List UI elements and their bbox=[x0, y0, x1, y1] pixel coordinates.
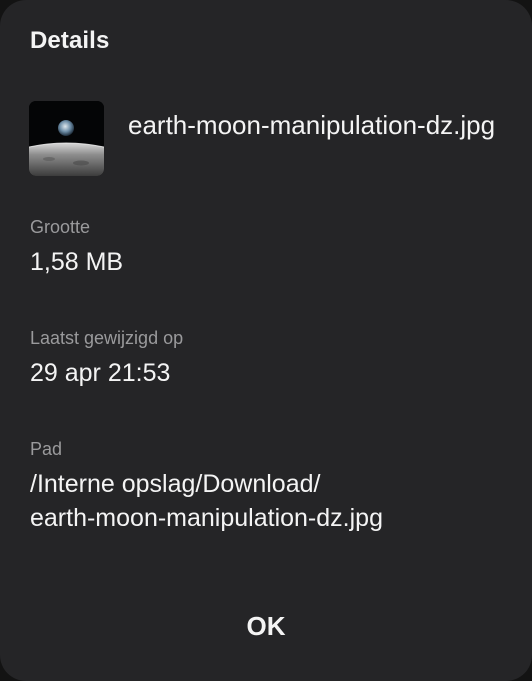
modified-label: Laatst gewijzigd op bbox=[30, 328, 184, 348]
path-label: Pad bbox=[30, 439, 63, 459]
size-label: Grootte bbox=[30, 217, 91, 237]
path-field: Pad /Interne opslag/Download/ earth-moon… bbox=[30, 437, 500, 535]
modified-value: 29 apr 21:53 bbox=[30, 359, 171, 387]
dialog-title: Details bbox=[30, 27, 110, 54]
path-value: /Interne opslag/Download/ earth-moon-man… bbox=[30, 470, 383, 532]
ok-button[interactable]: OK bbox=[186, 598, 346, 654]
file-thumbnail bbox=[29, 101, 104, 176]
file-name: earth-moon-manipulation-dz.jpg bbox=[128, 110, 496, 140]
earth-moon-thumbnail-icon bbox=[29, 101, 104, 176]
size-value: 1,58 MB bbox=[30, 248, 124, 276]
modified-field: Laatst gewijzigd op 29 apr 21:53 bbox=[30, 326, 500, 390]
size-field: Grootte 1,58 MB bbox=[30, 215, 500, 279]
details-dialog: Details earth-moon-manipulation-dz.jpg G… bbox=[0, 0, 532, 681]
